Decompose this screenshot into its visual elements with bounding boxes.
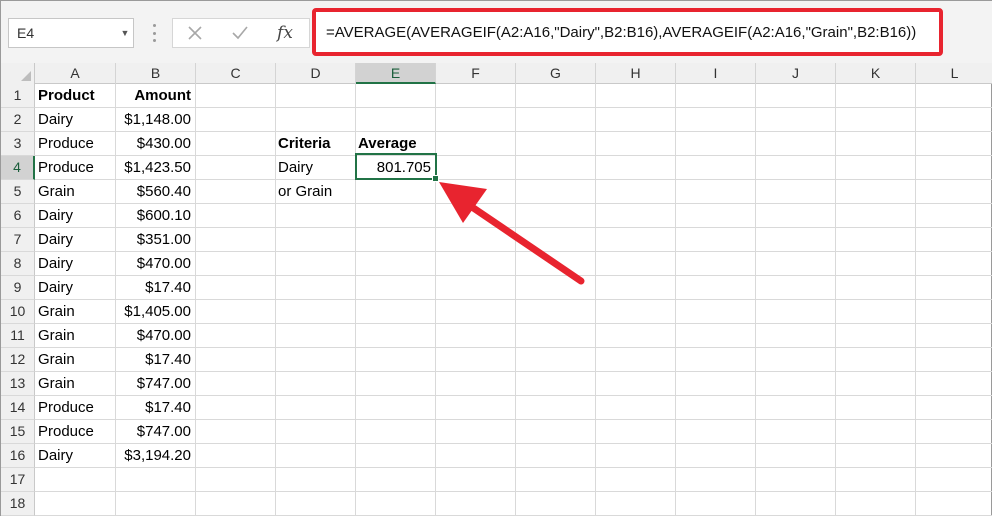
row-header-13[interactable]: 13: [1, 372, 35, 396]
column-header-g[interactable]: G: [516, 63, 596, 84]
column-header-a[interactable]: A: [35, 63, 116, 84]
cell-a10[interactable]: Grain: [35, 300, 115, 323]
column-header-c[interactable]: C: [196, 63, 276, 84]
cell-b2[interactable]: $1,148.00: [115, 108, 195, 131]
cell-b16[interactable]: $3,194.20: [115, 444, 195, 467]
cell-b7[interactable]: $351.00: [115, 228, 195, 251]
cell-b6[interactable]: $600.10: [115, 204, 195, 227]
row-header-2[interactable]: 2: [1, 108, 35, 132]
select-all-button[interactable]: [1, 63, 35, 84]
cell-a4[interactable]: Produce: [35, 156, 115, 179]
row-header-9[interactable]: 9: [1, 276, 35, 300]
cell-b3[interactable]: $430.00: [115, 132, 195, 155]
cell-a15[interactable]: Produce: [35, 420, 115, 443]
column-header-e[interactable]: E: [356, 63, 436, 84]
cell-a6[interactable]: Dairy: [35, 204, 115, 227]
row-header-12[interactable]: 12: [1, 348, 35, 372]
column-headers: A B C D E F G H I J K L: [1, 63, 992, 84]
column-header-h[interactable]: H: [596, 63, 676, 84]
row-header-8[interactable]: 8: [1, 252, 35, 276]
row-header-10[interactable]: 10: [1, 300, 35, 324]
row-header-3[interactable]: 3: [1, 132, 35, 156]
row-header-1[interactable]: 1: [1, 84, 35, 108]
row-header-5[interactable]: 5: [1, 180, 35, 204]
row-header-18[interactable]: 18: [1, 492, 35, 516]
select-all-icon: [21, 71, 31, 81]
column-header-b[interactable]: B: [116, 63, 196, 84]
cell-a2[interactable]: Dairy: [35, 108, 115, 131]
name-box-value: E4: [17, 25, 35, 41]
row-header-4[interactable]: 4: [1, 156, 35, 180]
cell-b10[interactable]: $1,405.00: [115, 300, 195, 323]
name-box[interactable]: E4 ▼: [8, 18, 134, 48]
cell-a13[interactable]: Grain: [35, 372, 115, 395]
cell-b8[interactable]: $470.00: [115, 252, 195, 275]
fx-icon[interactable]: fx: [268, 19, 302, 47]
row-header-7[interactable]: 7: [1, 228, 35, 252]
column-header-d[interactable]: D: [276, 63, 356, 84]
chevron-down-icon[interactable]: ▼: [117, 28, 133, 38]
cell-a1[interactable]: Product: [35, 84, 115, 107]
column-header-l[interactable]: L: [916, 63, 992, 84]
column-header-f[interactable]: F: [436, 63, 516, 84]
row-header-11[interactable]: 11: [1, 324, 35, 348]
column-header-j[interactable]: J: [756, 63, 836, 84]
close-icon[interactable]: [178, 19, 212, 47]
checkmark-icon[interactable]: [223, 19, 257, 47]
excel-window: E4 ▼ fx =AVERAGE(AVERAGEIF(A2:A16,"Dairy…: [0, 0, 992, 516]
cell-e3[interactable]: Average: [355, 132, 435, 155]
row-header-6[interactable]: 6: [1, 204, 35, 228]
cell-d3[interactable]: Criteria: [275, 132, 355, 155]
cell-b15[interactable]: $747.00: [115, 420, 195, 443]
cell-a5[interactable]: Grain: [35, 180, 115, 203]
cell-a9[interactable]: Dairy: [35, 276, 115, 299]
row-header-15[interactable]: 15: [1, 420, 35, 444]
formula-input[interactable]: =AVERAGE(AVERAGEIF(A2:A16,"Dairy",B2:B16…: [312, 8, 943, 56]
cell-a16[interactable]: Dairy: [35, 444, 115, 467]
row-header-17[interactable]: 17: [1, 468, 35, 492]
cell-a8[interactable]: Dairy: [35, 252, 115, 275]
cell-a12[interactable]: Grain: [35, 348, 115, 371]
cell-b4[interactable]: $1,423.50: [115, 156, 195, 179]
cell-a3[interactable]: Produce: [35, 132, 115, 155]
column-header-k[interactable]: K: [836, 63, 916, 84]
worksheet-grid: A B C D E F G H I J K L 1 2 3 4 5 6 7 8 …: [1, 63, 992, 516]
drag-handle-icon[interactable]: [147, 24, 161, 42]
row-header-14[interactable]: 14: [1, 396, 35, 420]
active-cell-border: [355, 153, 437, 180]
cell-d5[interactable]: or Grain: [275, 180, 355, 203]
cell-area[interactable]: Product Amount Dairy Produce Produce Gra…: [35, 84, 992, 516]
cell-d4[interactable]: Dairy: [275, 156, 355, 179]
formula-buttons: fx: [172, 18, 310, 48]
cell-b1[interactable]: Amount: [115, 84, 195, 107]
cell-a11[interactable]: Grain: [35, 324, 115, 347]
cell-a7[interactable]: Dairy: [35, 228, 115, 251]
formula-text: =AVERAGE(AVERAGEIF(A2:A16,"Dairy",B2:B16…: [326, 23, 917, 41]
formula-bar-area: E4 ▼ fx =AVERAGE(AVERAGEIF(A2:A16,"Dairy…: [1, 1, 992, 63]
cell-b5[interactable]: $560.40: [115, 180, 195, 203]
row-header-16[interactable]: 16: [1, 444, 35, 468]
cell-b12[interactable]: $17.40: [115, 348, 195, 371]
cell-b11[interactable]: $470.00: [115, 324, 195, 347]
cell-b14[interactable]: $17.40: [115, 396, 195, 419]
cell-b9[interactable]: $17.40: [115, 276, 195, 299]
column-header-i[interactable]: I: [676, 63, 756, 84]
fill-handle[interactable]: [432, 175, 439, 182]
cell-b13[interactable]: $747.00: [115, 372, 195, 395]
cell-a14[interactable]: Produce: [35, 396, 115, 419]
